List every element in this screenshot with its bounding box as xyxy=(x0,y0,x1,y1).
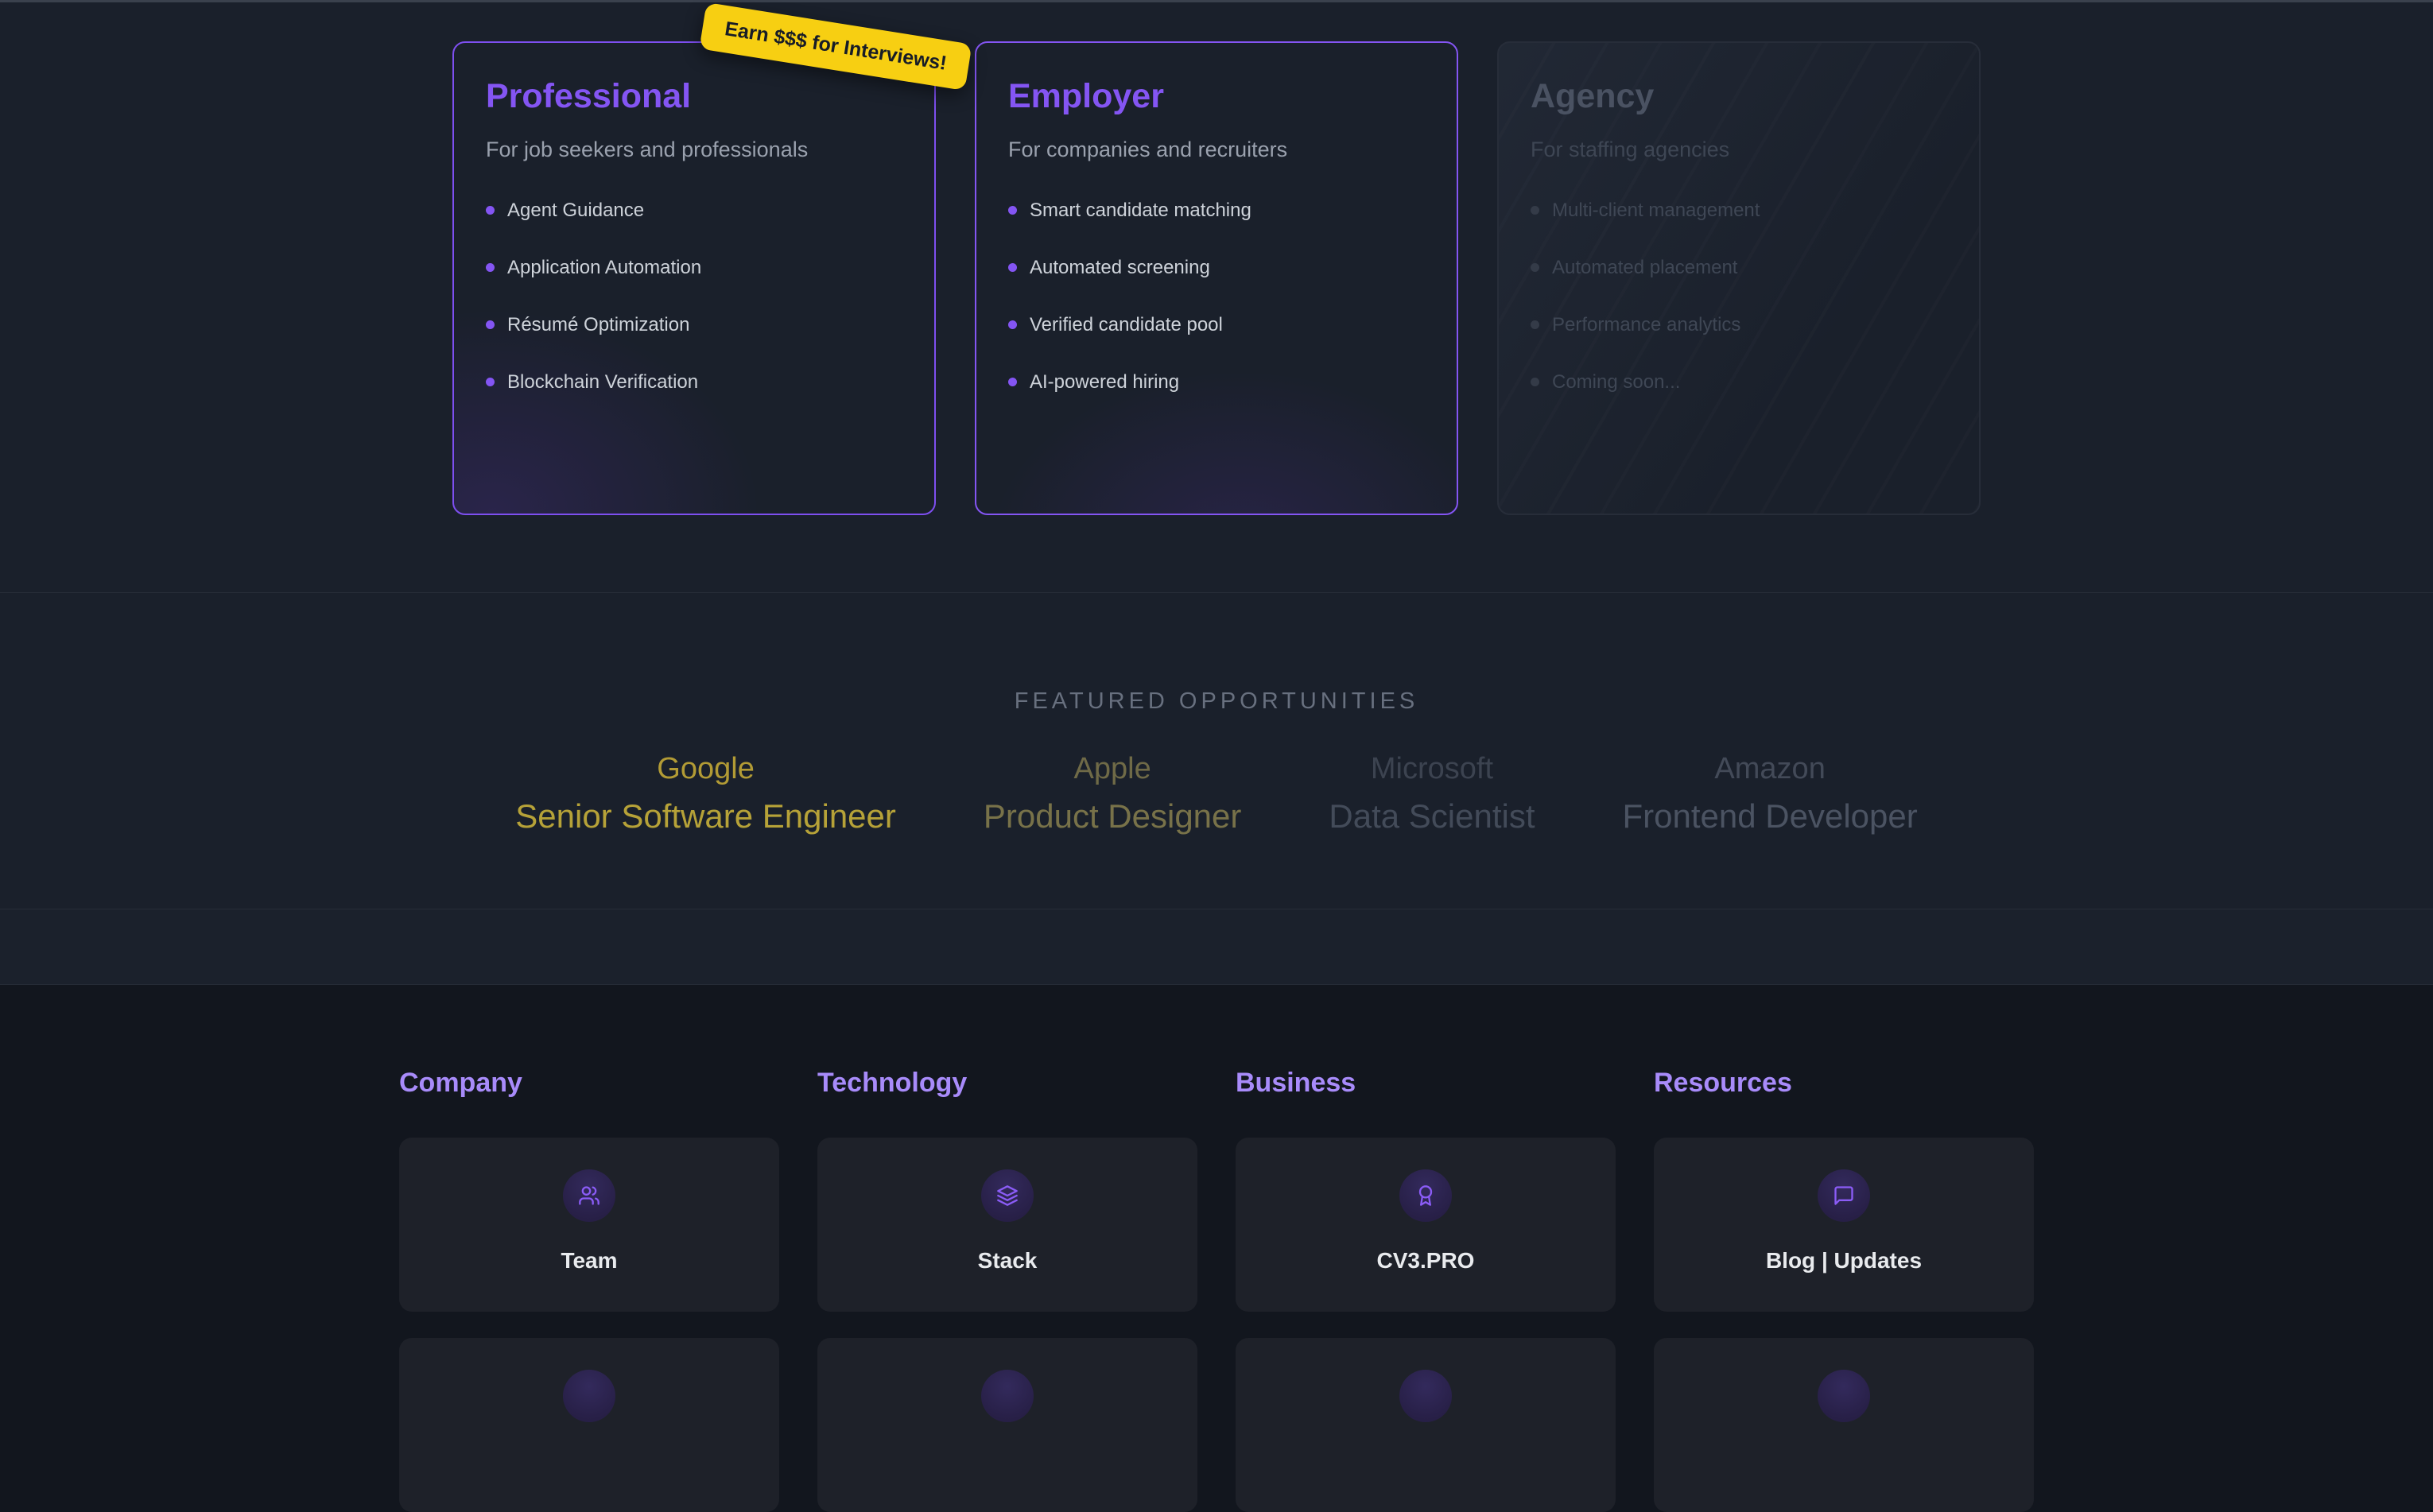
section-divider-band xyxy=(0,909,2433,984)
icon-badge xyxy=(981,1370,1034,1422)
plan-feature-list: Smart candidate matching Automated scree… xyxy=(1008,200,1425,394)
feature-label: Smart candidate matching xyxy=(1030,200,1251,222)
bullet-icon xyxy=(1008,378,1017,386)
plan-feature: Agent Guidance xyxy=(486,200,902,222)
plan-feature-list: Multi-client management Automated placem… xyxy=(1531,200,1947,394)
footer-heading-business: Business xyxy=(1236,1068,1616,1098)
bullet-icon xyxy=(1531,320,1539,329)
bullet-icon xyxy=(486,263,495,272)
footer-heading-company: Company xyxy=(399,1068,779,1098)
plans-section: Professional For job seekers and profess… xyxy=(0,0,2433,592)
featured-job-amazon[interactable]: Amazon Frontend Developer xyxy=(1623,751,1918,835)
featured-job-microsoft[interactable]: Microsoft Data Scientist xyxy=(1329,751,1535,835)
icon-badge xyxy=(563,1169,615,1222)
icon-badge xyxy=(563,1370,615,1422)
plan-card-agency: Agency For staffing agencies Multi-clien… xyxy=(1497,41,1981,515)
feature-label: Automated screening xyxy=(1030,257,1210,279)
footer-section: Company Technology Business Resources Te… xyxy=(0,984,2433,1370)
icon-badge xyxy=(1818,1370,1870,1422)
job-role: Data Scientist xyxy=(1329,797,1535,835)
plan-feature: Performance analytics xyxy=(1531,314,1947,336)
job-company: Amazon xyxy=(1623,751,1918,786)
bullet-icon xyxy=(1008,206,1017,215)
layers-icon xyxy=(996,1184,1019,1207)
feature-label: Performance analytics xyxy=(1552,314,1740,336)
footer-card-label: Blog | Updates xyxy=(1766,1248,1922,1274)
featured-jobs-row: Google Senior Software Engineer Apple Pr… xyxy=(0,751,2433,835)
footer-card-blog-updates[interactable]: Blog | Updates xyxy=(1654,1138,2034,1312)
feature-label: Application Automation xyxy=(507,257,701,279)
bullet-icon xyxy=(486,378,495,386)
message-square-icon xyxy=(1833,1184,1855,1207)
bullet-icon xyxy=(486,320,495,329)
plan-card-row: Professional For job seekers and profess… xyxy=(452,41,1981,515)
plan-feature: AI-powered hiring xyxy=(1008,371,1425,394)
plan-feature: Blockchain Verification xyxy=(486,371,902,394)
plan-title: Agency xyxy=(1531,77,1947,116)
feature-label: Multi-client management xyxy=(1552,200,1760,222)
plan-feature: Multi-client management xyxy=(1531,200,1947,222)
plan-feature: Automated placement xyxy=(1531,257,1947,279)
feature-label: Blockchain Verification xyxy=(507,371,698,394)
footer-cards-row: Team Stack CV3.PRO B xyxy=(399,1138,2034,1312)
plan-feature: Automated screening xyxy=(1008,257,1425,279)
plan-feature: Coming soon... xyxy=(1531,371,1947,394)
bullet-icon xyxy=(1008,263,1017,272)
feature-label: Coming soon... xyxy=(1552,371,1680,394)
job-role: Frontend Developer xyxy=(1623,797,1918,835)
icon-badge xyxy=(1818,1169,1870,1222)
icon-badge xyxy=(1399,1370,1452,1422)
bullet-icon xyxy=(486,206,495,215)
plan-title: Employer xyxy=(1008,77,1425,116)
plan-description: For job seekers and professionals xyxy=(486,137,902,162)
award-icon xyxy=(1414,1184,1437,1207)
job-company: Apple xyxy=(984,751,1242,786)
job-role: Product Designer xyxy=(984,797,1242,835)
plan-feature: Résumé Optimization xyxy=(486,314,902,336)
feature-label: AI-powered hiring xyxy=(1030,371,1179,394)
featured-opportunities-title: FEATURED OPPORTUNITIES xyxy=(0,688,2433,715)
footer-card-partial[interactable] xyxy=(1236,1338,1616,1512)
feature-label: Résumé Optimization xyxy=(507,314,689,336)
job-company: Google xyxy=(515,751,896,786)
job-role: Senior Software Engineer xyxy=(515,797,896,835)
footer-card-label: CV3.PRO xyxy=(1377,1248,1475,1274)
footer-card-partial[interactable] xyxy=(1654,1338,2034,1512)
plan-card-employer[interactable]: Employer For companies and recruiters Sm… xyxy=(975,41,1458,515)
footer-card-label: Team xyxy=(561,1248,617,1274)
footer-card-partial[interactable] xyxy=(817,1338,1197,1512)
footer-card-partial[interactable] xyxy=(399,1338,779,1512)
featured-job-google[interactable]: Google Senior Software Engineer xyxy=(515,751,896,835)
footer-heading-technology: Technology xyxy=(817,1068,1197,1098)
footer-card-stack[interactable]: Stack xyxy=(817,1138,1197,1312)
feature-label: Agent Guidance xyxy=(507,200,644,222)
plan-title: Professional xyxy=(486,77,902,116)
icon-badge xyxy=(1399,1169,1452,1222)
plan-feature: Application Automation xyxy=(486,257,902,279)
bullet-icon xyxy=(1531,263,1539,272)
bullet-icon xyxy=(1531,378,1539,386)
plan-description: For companies and recruiters xyxy=(1008,137,1425,162)
icon-badge xyxy=(981,1169,1034,1222)
plan-feature-list: Agent Guidance Application Automation Ré… xyxy=(486,200,902,394)
bullet-icon xyxy=(1531,206,1539,215)
plan-feature: Smart candidate matching xyxy=(1008,200,1425,222)
plan-card-professional[interactable]: Professional For job seekers and profess… xyxy=(452,41,936,515)
bullet-icon xyxy=(1008,320,1017,329)
featured-job-apple[interactable]: Apple Product Designer xyxy=(984,751,1242,835)
footer-card-cv3pro[interactable]: CV3.PRO xyxy=(1236,1138,1616,1312)
plan-description: For staffing agencies xyxy=(1531,137,1947,162)
footer-card-team[interactable]: Team xyxy=(399,1138,779,1312)
users-icon xyxy=(578,1184,600,1207)
plan-feature: Verified candidate pool xyxy=(1008,314,1425,336)
footer-cards-row-partial xyxy=(399,1338,2034,1512)
feature-label: Verified candidate pool xyxy=(1030,314,1223,336)
job-company: Microsoft xyxy=(1329,751,1535,786)
featured-opportunities-section: FEATURED OPPORTUNITIES Google Senior Sof… xyxy=(0,592,2433,909)
footer-heading-resources: Resources xyxy=(1654,1068,2034,1098)
footer-headings-row: Company Technology Business Resources xyxy=(399,1068,2034,1098)
feature-label: Automated placement xyxy=(1552,257,1737,279)
footer-card-label: Stack xyxy=(978,1248,1038,1274)
